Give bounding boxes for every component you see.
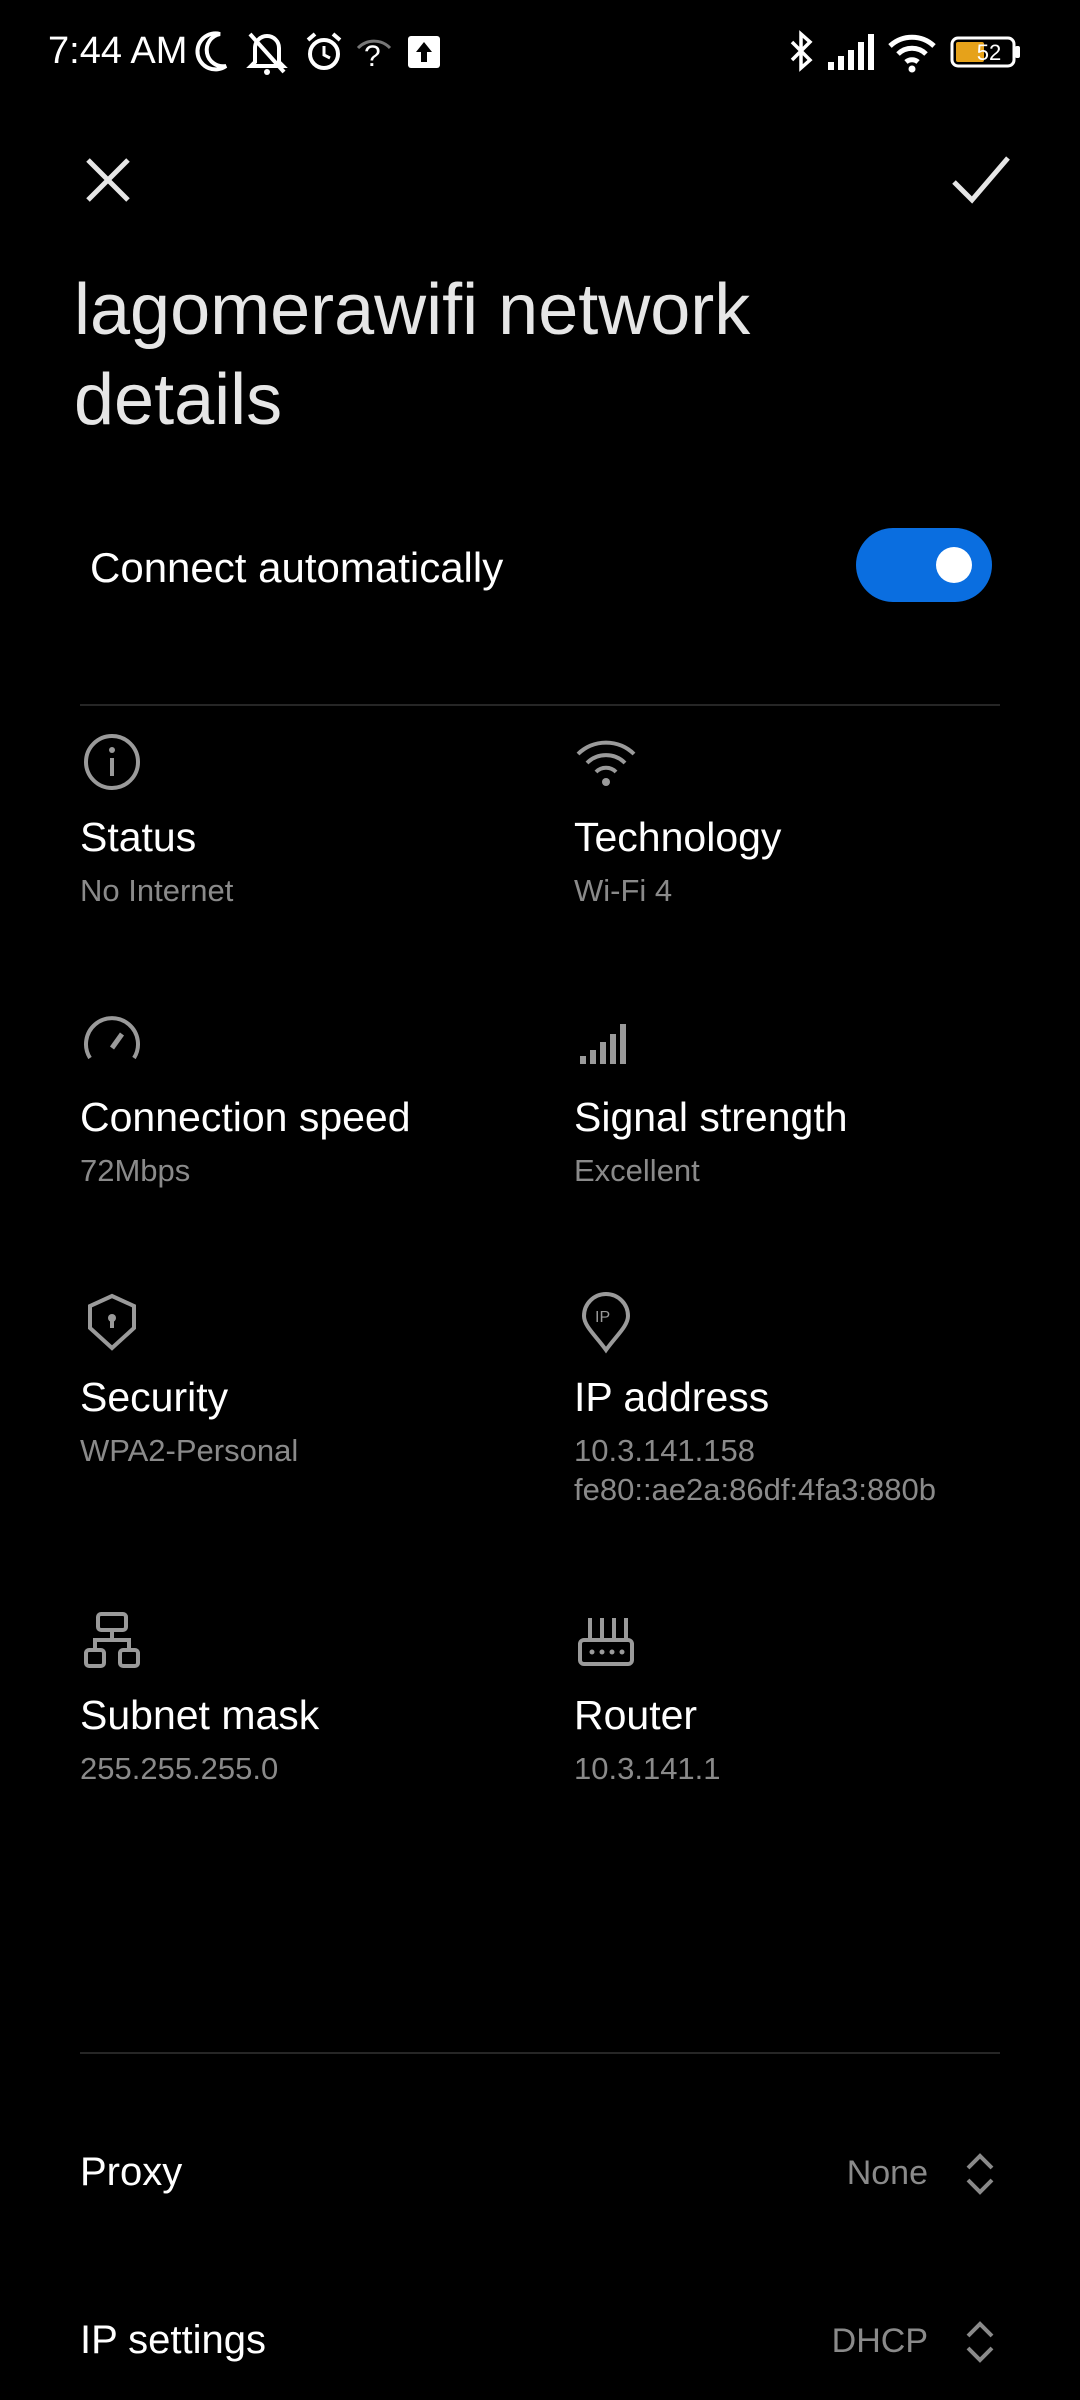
svg-text:IP: IP — [595, 1309, 610, 1326]
detail-value: Excellent — [574, 1153, 700, 1188]
detail-status: Status No Internet — [80, 730, 520, 910]
close-icon — [86, 158, 130, 202]
toggle-knob — [936, 547, 972, 583]
detail-value: 10.3.141.158 — [574, 1433, 756, 1468]
wifi-icon — [574, 730, 638, 794]
detail-value: WPA2-Personal — [80, 1433, 299, 1468]
detail-label: Signal strength — [574, 1094, 848, 1140]
detail-router: Router 10.3.141.1 — [574, 1608, 1014, 1788]
router-icon — [574, 1608, 638, 1672]
ip-pin-icon: IP — [574, 1290, 638, 1354]
wifi-question-icon: ? — [354, 26, 394, 78]
network-tree-icon — [80, 1608, 144, 1672]
signal-bars-icon — [574, 1010, 638, 1074]
detail-value: No Internet — [80, 873, 234, 908]
detail-label: Router — [574, 1692, 698, 1738]
chevron-up-down-icon — [960, 2146, 1000, 2202]
notifications-off-icon — [244, 26, 290, 78]
ip-settings-row[interactable]: IP settings DHCP — [80, 2302, 1000, 2382]
detail-technology: Technology Wi-Fi 4 — [574, 730, 1014, 910]
detail-label: Subnet mask — [80, 1692, 320, 1738]
status-time: 7:44 AM — [48, 30, 188, 72]
proxy-row[interactable]: Proxy None — [80, 2134, 1000, 2214]
info-icon — [80, 730, 144, 794]
close-button[interactable] — [68, 140, 148, 220]
detail-subnet-mask: Subnet mask 255.255.255.0 — [80, 1608, 520, 1788]
shield-icon — [80, 1290, 144, 1354]
proxy-value[interactable]: None — [847, 2154, 928, 2193]
upload-icon — [404, 26, 444, 78]
detail-connection-speed: Connection speed 72Mbps — [80, 1010, 520, 1190]
detail-label: IP address — [574, 1374, 770, 1420]
wifi-icon — [886, 26, 938, 78]
svg-text:?: ? — [364, 40, 381, 73]
check-icon — [952, 156, 1010, 204]
ip-settings-label: IP settings — [80, 2318, 267, 2362]
detail-value-secondary: fe80::ae2a:86df:4fa3:880b — [574, 1472, 936, 1507]
proxy-label: Proxy — [80, 2150, 183, 2194]
divider — [80, 704, 1000, 706]
confirm-button[interactable] — [940, 140, 1020, 220]
detail-value: 10.3.141.1 — [574, 1751, 721, 1786]
detail-label: Security — [80, 1374, 229, 1420]
detail-value: 72Mbps — [80, 1153, 191, 1188]
divider — [80, 2052, 1000, 2054]
connect-automatically-row[interactable]: Connect automatically — [90, 528, 992, 608]
detail-security: Security WPA2-Personal — [80, 1290, 520, 1470]
detail-value: Wi-Fi 4 — [574, 873, 673, 908]
ip-settings-value[interactable]: DHCP — [832, 2322, 928, 2361]
cellular-signal-icon — [826, 26, 878, 78]
detail-value: 255.255.255.0 — [80, 1751, 279, 1786]
status-bar: 7:44 AM ? 52 — [0, 0, 1080, 104]
detail-label: Status — [80, 814, 197, 860]
connect-automatically-toggle[interactable] — [856, 528, 992, 602]
connect-automatically-label: Connect automatically — [90, 544, 504, 591]
moon-icon — [192, 26, 232, 78]
bluetooth-icon — [784, 26, 818, 78]
detail-label: Technology — [574, 814, 782, 860]
page-title: lagomerawifi network details — [74, 270, 751, 440]
detail-ip-address: IP IP address 10.3.141.158 fe80::ae2a:86… — [574, 1290, 1014, 1509]
detail-signal-strength: Signal strength Excellent — [574, 1010, 1014, 1190]
speedometer-icon — [80, 1010, 144, 1074]
detail-label: Connection speed — [80, 1094, 411, 1140]
battery-level: 52 — [976, 40, 1002, 65]
chevron-up-down-icon — [960, 2314, 1000, 2370]
alarm-icon — [302, 26, 346, 78]
